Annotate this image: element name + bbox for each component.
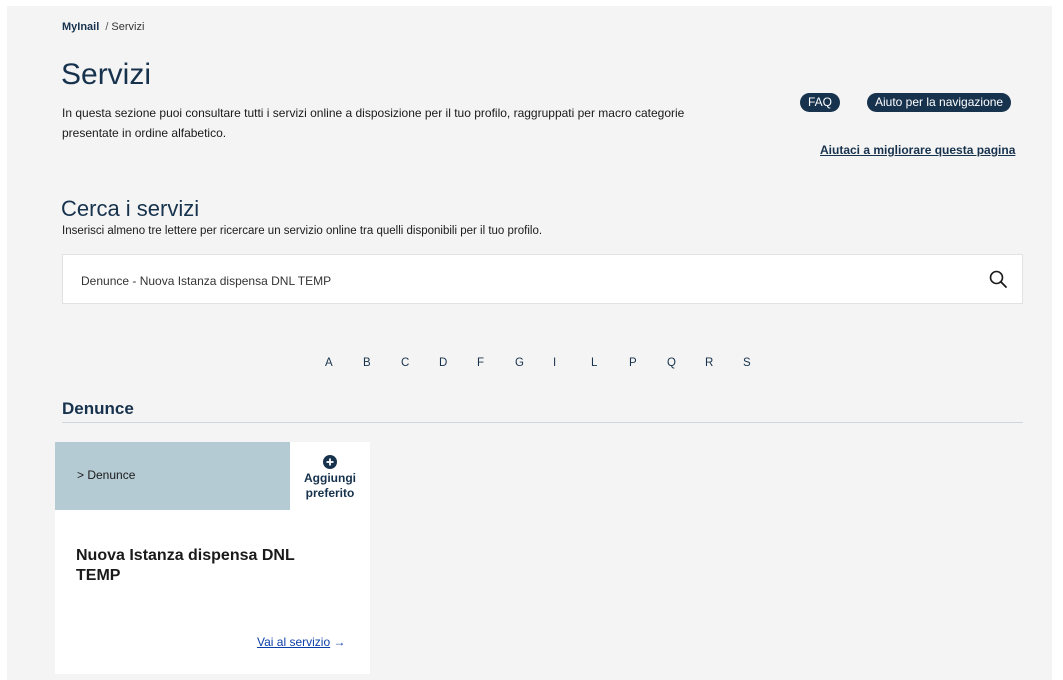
improve-page-link[interactable]: Aiutaci a migliorare questa pagina <box>820 143 1015 157</box>
service-card-header: > Denunce <box>55 442 290 510</box>
go-to-service-label: Vai al servizio <box>257 635 331 649</box>
letter-f[interactable]: F <box>477 357 515 369</box>
letter-d[interactable]: D <box>439 357 477 369</box>
letter-q[interactable]: Q <box>667 357 705 369</box>
search-input[interactable] <box>79 269 963 293</box>
search-hint: Inserisci almeno tre lettere per ricerca… <box>62 225 543 237</box>
search-box <box>62 254 1023 304</box>
letter-b[interactable]: B <box>363 357 401 369</box>
main-content: MyInail / Servizi Servizi In questa sezio… <box>7 6 1052 680</box>
alphabet-filter: ABCDFGILPQRS <box>325 357 781 369</box>
letter-g[interactable]: G <box>515 357 553 369</box>
search-icon[interactable] <box>988 269 1008 289</box>
letter-i[interactable]: I <box>553 357 591 369</box>
letter-a[interactable]: A <box>325 357 363 369</box>
service-title: Nuova Istanza dispensa DNL TEMP <box>76 547 295 584</box>
letter-c[interactable]: C <box>401 357 439 369</box>
letter-r[interactable]: R <box>705 357 743 369</box>
add-favorite-label-line1: Aggiungi <box>304 471 356 485</box>
add-favorite-button[interactable]: Aggiungi preferito <box>290 442 370 510</box>
help-navigation-button[interactable]: Aiuto per la navigazione <box>867 93 1012 112</box>
service-card: > Denunce Aggiungi preferito Nuova Istan… <box>55 442 370 674</box>
letter-l[interactable]: L <box>591 357 629 369</box>
letter-p[interactable]: P <box>629 357 667 369</box>
faq-button[interactable]: FAQ <box>800 93 841 112</box>
section-divider <box>62 422 1023 423</box>
breadcrumb-root[interactable]: MyInail <box>62 21 99 33</box>
letter-s[interactable]: S <box>743 357 781 369</box>
section-title: Denunce <box>62 399 134 418</box>
search-section-title: Cerca i servizi <box>61 196 200 221</box>
plus-circle-icon <box>323 455 337 469</box>
go-to-service-link[interactable]: Vai al servizio → <box>257 635 345 649</box>
add-favorite-label-line2: preferito <box>305 486 355 500</box>
page-description: In questa sezione puoi consultare tutti … <box>62 106 685 140</box>
breadcrumb-separator: / <box>105 21 109 33</box>
page-title: Servizi <box>61 58 152 91</box>
service-category: > Denunce <box>77 468 136 482</box>
arrow-right-icon: → <box>333 635 346 649</box>
breadcrumb: MyInail / Servizi <box>62 21 144 33</box>
breadcrumb-current: Servizi <box>111 21 145 33</box>
